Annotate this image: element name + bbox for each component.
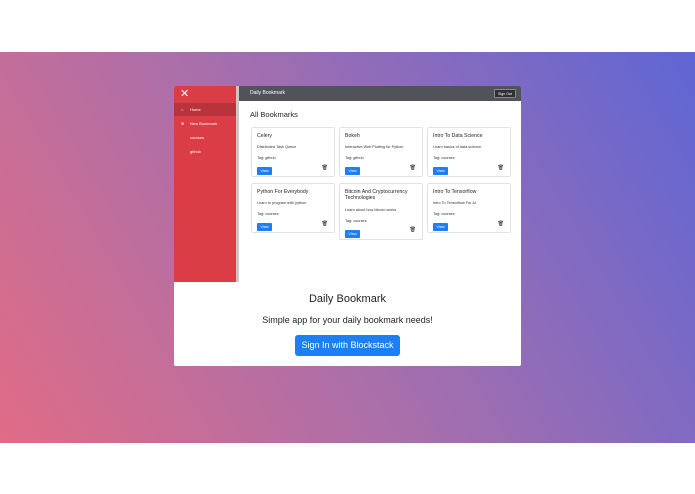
trash-icon[interactable]: 🗑 xyxy=(410,165,416,171)
bookmark-card: Intro To Data Science Learn basics of da… xyxy=(427,127,511,177)
bookmark-card: Python For Everybody Learn to program wi… xyxy=(251,183,335,233)
sidebar-item-new-bookmark[interactable]: ⊕ New Bookmark xyxy=(174,117,236,130)
trash-icon[interactable]: 🗑 xyxy=(322,221,328,227)
navbar-title: Daily Bookmark xyxy=(250,90,286,96)
card-tag: Tag: github xyxy=(345,156,364,160)
sign-out-button[interactable]: Sign Out xyxy=(494,89,516,98)
card-title: Celery xyxy=(257,133,272,139)
view-button[interactable]: View xyxy=(433,223,448,231)
card-description: Learn about how bitcoin works xyxy=(345,208,397,212)
card-title: Python For Everybody xyxy=(257,189,309,195)
card-description: Learn to program with python xyxy=(257,201,307,205)
gradient-background: ✕ ⌂ Home ⊕ New Bookmark courses github D… xyxy=(0,52,695,443)
card-title: Intro To Tensorflow xyxy=(433,189,477,195)
plus-icon: ⊕ xyxy=(181,121,185,126)
card-title: Bokeh xyxy=(345,133,360,139)
card-tag: Tag: courses xyxy=(345,219,367,223)
sidebar-item-label: Home xyxy=(190,107,201,112)
page-title: All Bookmarks xyxy=(250,110,298,119)
sidebar: ✕ ⌂ Home ⊕ New Bookmark courses github xyxy=(174,86,236,282)
app-window: ✕ ⌂ Home ⊕ New Bookmark courses github D… xyxy=(174,86,521,366)
view-button[interactable]: View xyxy=(433,167,448,175)
card-title: Intro To Data Science xyxy=(433,133,483,139)
trash-icon[interactable]: 🗑 xyxy=(498,221,504,227)
hero-subtitle: Simple app for your daily bookmark needs… xyxy=(262,315,433,325)
card-title: Bitcoin And Cryptocurrency Technologies xyxy=(345,189,408,201)
top-navbar: Daily Bookmark Sign Out xyxy=(239,86,521,101)
sidebar-item-github[interactable]: github xyxy=(174,145,236,158)
bookmark-card: Bokeh Interactive Web Plotting for Pytho… xyxy=(339,127,423,177)
sidebar-item-label: courses xyxy=(190,135,205,140)
view-button[interactable]: View xyxy=(345,230,360,238)
card-tag: Tag: courses xyxy=(433,156,455,160)
card-tag: Tag: courses xyxy=(257,212,279,216)
sidebar-item-home[interactable]: ⌂ Home xyxy=(174,103,236,116)
card-description: Interactive Web Plotting for Python xyxy=(345,145,404,149)
sidebar-item-courses[interactable]: courses xyxy=(174,131,236,144)
hero-title: Daily Bookmark xyxy=(308,293,387,305)
sidebar-item-label: github xyxy=(190,149,201,154)
card-description: Distributed Task Queue xyxy=(257,145,297,149)
close-icon[interactable]: ✕ xyxy=(180,89,189,100)
sign-in-button[interactable]: Sign In with Blockstack xyxy=(295,335,400,356)
bookmark-card: Intro To Tensorflow Intro To Tensorflow … xyxy=(427,183,511,233)
trash-icon[interactable]: 🗑 xyxy=(410,227,416,233)
card-description: Intro To Tensorflow For AI xyxy=(433,201,476,205)
trash-icon[interactable]: 🗑 xyxy=(322,165,328,171)
view-button[interactable]: View xyxy=(257,167,272,175)
home-icon: ⌂ xyxy=(181,107,184,112)
bookmark-card: Celery Distributed Task Queue Tag: githu… xyxy=(251,127,335,177)
card-tag: Tag: github xyxy=(257,156,276,160)
card-tag: Tag: courses xyxy=(433,212,455,216)
bookmark-card: Bitcoin And Cryptocurrency Technologies … xyxy=(339,183,423,240)
sidebar-item-label: New Bookmark xyxy=(190,121,218,126)
card-description: Learn basics of data science xyxy=(433,145,482,149)
sidebar-scrollbar[interactable] xyxy=(236,86,239,282)
view-button[interactable]: View xyxy=(345,167,360,175)
trash-icon[interactable]: 🗑 xyxy=(498,165,504,171)
view-button[interactable]: View xyxy=(257,223,272,231)
